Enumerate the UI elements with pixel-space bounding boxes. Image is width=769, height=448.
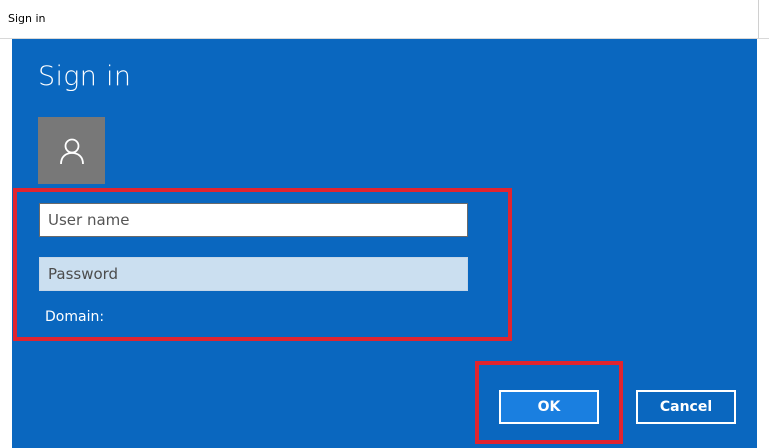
sign-in-panel: Sign in Domain: OK Cancel: [12, 39, 757, 448]
cancel-button[interactable]: Cancel: [636, 390, 736, 424]
password-input[interactable]: [39, 257, 468, 291]
username-input[interactable]: [39, 203, 468, 237]
ok-button[interactable]: OK: [499, 390, 599, 424]
title-bar[interactable]: Sign in: [0, 0, 769, 39]
title-bar-edge: [758, 0, 769, 38]
window-title: Sign in: [8, 12, 46, 25]
avatar: [38, 117, 105, 184]
domain-label: Domain:: [45, 309, 105, 325]
sign-in-window: Sign in Sign in Domain: OK Cancel: [0, 0, 769, 448]
dialog-heading: Sign in: [38, 61, 132, 92]
user-icon: [59, 138, 84, 164]
